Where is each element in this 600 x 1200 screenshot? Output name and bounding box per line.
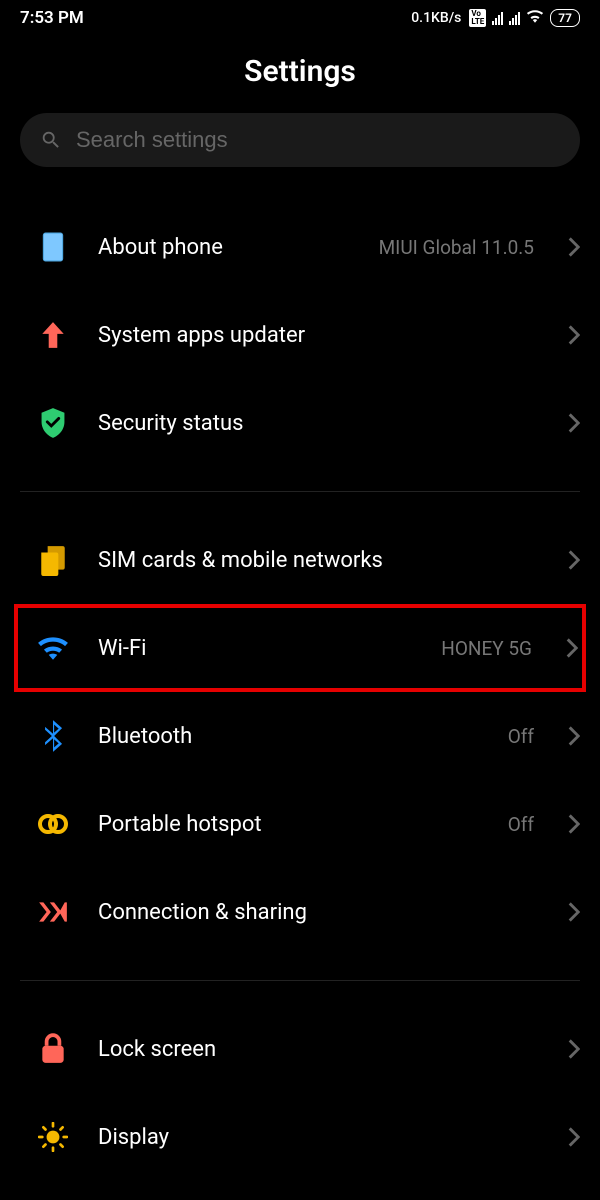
arrow-up-icon xyxy=(36,320,70,350)
row-security-status[interactable]: Security status xyxy=(0,379,600,467)
page-title: Settings xyxy=(0,54,600,89)
row-value: Off xyxy=(508,813,534,836)
chevron-right-icon xyxy=(568,1127,580,1147)
network-speed: 0.1KB/s xyxy=(411,10,461,26)
chevron-right-icon xyxy=(568,726,580,746)
chevron-right-icon xyxy=(568,325,580,345)
lock-icon xyxy=(36,1033,70,1065)
battery-icon: 77 xyxy=(550,9,580,27)
row-wifi[interactable]: Wi-Fi HONEY 5G xyxy=(14,604,586,692)
chevron-right-icon xyxy=(568,413,580,433)
chevron-right-icon xyxy=(566,638,578,658)
row-label: Portable hotspot xyxy=(98,812,480,837)
volte-icon: VoLTE xyxy=(469,9,486,27)
signal-icon-2 xyxy=(509,12,520,25)
status-time: 7:53 PM xyxy=(20,8,84,28)
row-display[interactable]: Display xyxy=(0,1093,600,1181)
row-hotspot[interactable]: Portable hotspot Off xyxy=(0,780,600,868)
status-bar: 7:53 PM 0.1KB/s VoLTE 77 xyxy=(0,0,600,32)
row-connection-sharing[interactable]: Connection & sharing xyxy=(0,868,600,956)
row-value: HONEY 5G xyxy=(441,637,532,660)
sim-icon xyxy=(36,544,70,576)
chevron-right-icon xyxy=(568,237,580,257)
row-label: Security status xyxy=(98,411,540,436)
row-label: Display xyxy=(98,1125,540,1150)
chevron-right-icon xyxy=(568,1039,580,1059)
row-about-phone[interactable]: About phone MIUI Global 11.0.5 xyxy=(0,203,600,291)
search-icon xyxy=(40,129,62,151)
status-right: 0.1KB/s VoLTE 77 xyxy=(411,9,580,27)
row-label: Wi-Fi xyxy=(98,636,413,661)
bluetooth-icon xyxy=(36,719,70,753)
connection-icon xyxy=(36,898,70,926)
row-system-updater[interactable]: System apps updater xyxy=(0,291,600,379)
row-label: SIM cards & mobile networks xyxy=(98,548,540,573)
phone-icon xyxy=(36,232,70,262)
row-lock-screen[interactable]: Lock screen xyxy=(0,1005,600,1093)
row-value: Off xyxy=(508,725,534,748)
row-value: MIUI Global 11.0.5 xyxy=(379,236,534,259)
chevron-right-icon xyxy=(568,814,580,834)
sun-icon xyxy=(36,1122,70,1152)
shield-icon xyxy=(36,407,70,439)
page-header: Settings xyxy=(0,32,600,113)
wifi-icon xyxy=(36,636,70,660)
row-label: About phone xyxy=(98,235,351,260)
row-sim-cards[interactable]: SIM cards & mobile networks xyxy=(0,516,600,604)
row-label: Lock screen xyxy=(98,1037,540,1062)
chevron-right-icon xyxy=(568,550,580,570)
row-label: Connection & sharing xyxy=(98,900,540,925)
row-label: System apps updater xyxy=(98,323,540,348)
settings-list: About phone MIUI Global 11.0.5 System ap… xyxy=(0,167,600,1181)
row-label: Bluetooth xyxy=(98,724,480,749)
row-bluetooth[interactable]: Bluetooth Off xyxy=(0,692,600,780)
divider xyxy=(20,980,580,981)
chevron-right-icon xyxy=(568,902,580,922)
divider xyxy=(20,491,580,492)
hotspot-icon xyxy=(36,812,70,836)
search-bar[interactable] xyxy=(20,113,580,167)
search-input[interactable] xyxy=(76,127,560,153)
signal-icon-1 xyxy=(492,12,503,25)
wifi-status-icon xyxy=(526,9,544,27)
